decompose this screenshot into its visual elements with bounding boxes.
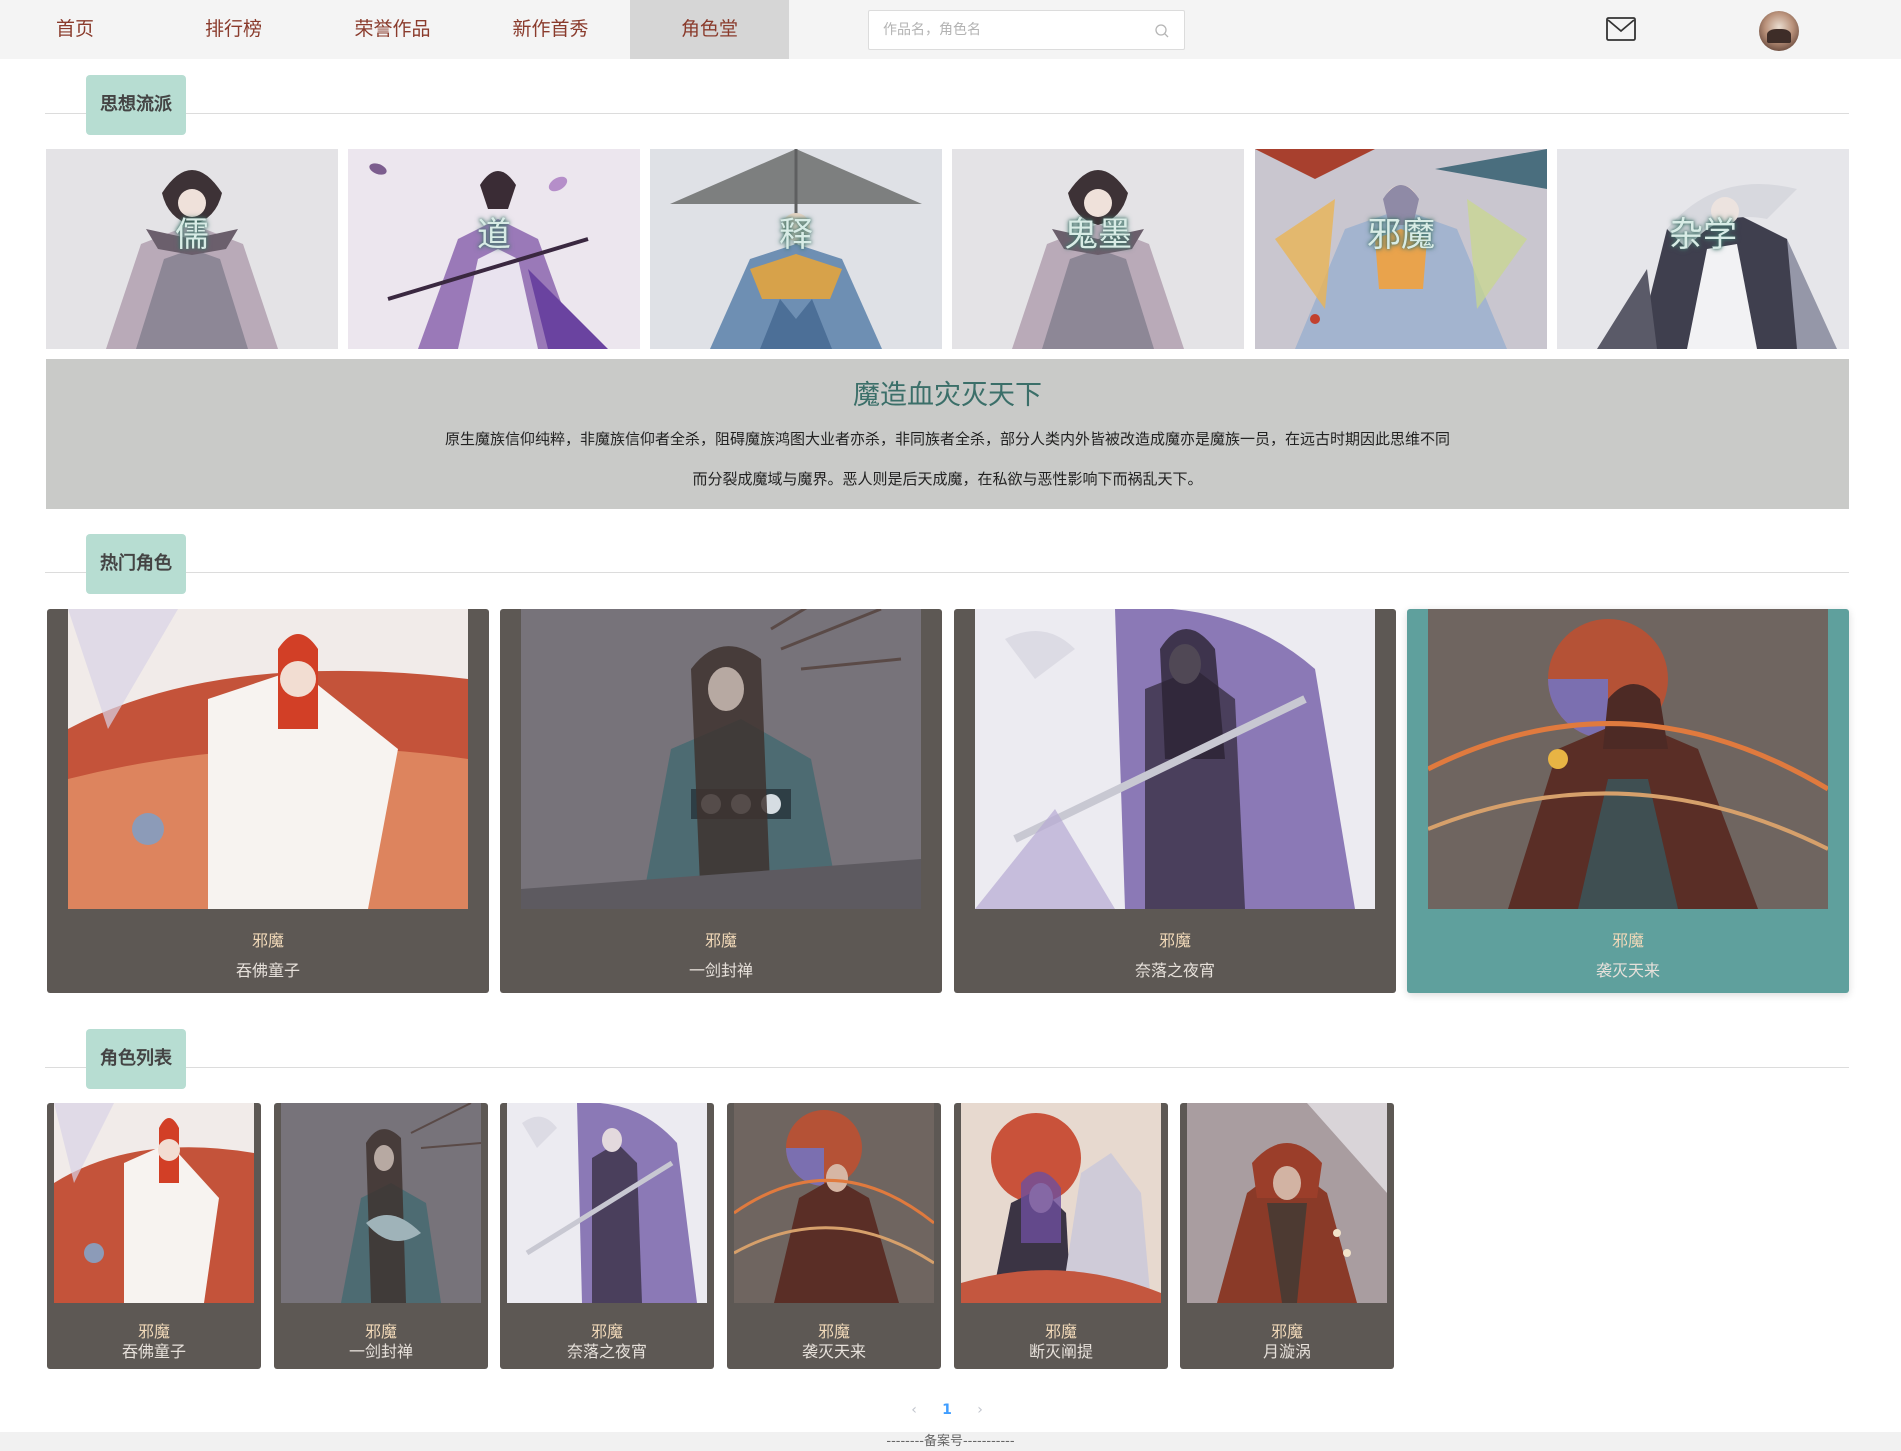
- divider: [45, 113, 1849, 114]
- role-portrait: [68, 609, 468, 909]
- nav-new-works[interactable]: 新作首秀: [498, 0, 603, 59]
- school-motto: 魔造血灾灭天下: [853, 380, 1042, 411]
- section-schools-header: 思想流派: [45, 75, 1849, 135]
- role-list-card[interactable]: 邪魔 一剑封禅: [274, 1103, 488, 1369]
- pagination-page-1[interactable]: 1: [937, 1400, 957, 1420]
- school-tile-xiemo[interactable]: 邪魔: [1255, 149, 1547, 349]
- school-tile-ru[interactable]: 儒: [46, 149, 338, 349]
- school-label: 鬼墨: [1064, 215, 1132, 255]
- search-box: [868, 10, 1185, 50]
- role-portrait: [521, 609, 921, 909]
- school-tile-zaxue[interactable]: 杂学: [1557, 149, 1849, 349]
- role-name: 一剑封禅: [348, 1342, 413, 1361]
- hot-role-card[interactable]: 邪魔 一剑封禅: [500, 609, 942, 993]
- hot-role-card-selected[interactable]: 邪魔 袭灭天来: [1407, 609, 1849, 993]
- section-title: 热门角色: [86, 534, 186, 594]
- nav-home[interactable]: 首页: [30, 0, 120, 59]
- footer-record-number: --------备案号-----------: [0, 1432, 1901, 1451]
- school-tile-dao[interactable]: 道: [348, 149, 640, 349]
- divider: [45, 1067, 1849, 1068]
- role-name: 月漩涡: [1262, 1342, 1311, 1361]
- search-input[interactable]: [883, 11, 1143, 49]
- school-description-panel: 魔造血灾灭天下 原生魔族信仰纯粹，非魔族信仰者全杀，阻碍魔族鸿图大业者亦杀，非同…: [46, 359, 1849, 509]
- role-name: 袭灭天来: [801, 1342, 866, 1361]
- section-title: 角色列表: [86, 1029, 186, 1089]
- role-list-card[interactable]: 邪魔 奈落之夜宵: [500, 1103, 714, 1369]
- section-title: 思想流派: [86, 75, 186, 135]
- role-school: 邪魔: [1158, 931, 1191, 950]
- role-list-card[interactable]: 邪魔 断灭阐提: [954, 1103, 1168, 1369]
- role-list-card[interactable]: 邪魔 袭灭天来: [727, 1103, 941, 1369]
- avatar[interactable]: [1759, 11, 1799, 51]
- pagination-prev-button[interactable]: ‹: [904, 1400, 924, 1420]
- school-label: 邪魔: [1367, 215, 1435, 255]
- school-tile-shi[interactable]: 释: [650, 149, 942, 349]
- section-hot-header: 热门角色: [45, 534, 1849, 594]
- role-portrait: [975, 609, 1375, 909]
- role-school: 邪魔: [251, 931, 284, 950]
- school-label: 杂学: [1669, 215, 1737, 255]
- nav-ranking[interactable]: 排行榜: [187, 0, 280, 59]
- hot-role-card[interactable]: 邪魔 奈落之夜宵: [954, 609, 1396, 993]
- hot-role-card[interactable]: 邪魔 吞佛童子: [47, 609, 489, 993]
- search-icon[interactable]: [1154, 23, 1170, 39]
- school-description-line-2: 而分裂成魔域与魔界。恶人则是后天成魔，在私欲与恶性影响下而祸乱天下。: [692, 470, 1203, 488]
- role-portrait: [961, 1103, 1161, 1303]
- pagination-next-button[interactable]: ›: [970, 1400, 990, 1420]
- role-school: 邪魔: [1611, 931, 1644, 950]
- school-description-line-1: 原生魔族信仰纯粹，非魔族信仰者全杀，阻碍魔族鸿图大业者亦杀，非同族者全杀，部分人…: [444, 430, 1450, 448]
- role-portrait: [54, 1103, 254, 1303]
- school-label: 释: [779, 215, 813, 255]
- school-label: 儒: [175, 215, 209, 255]
- role-portrait: [734, 1103, 934, 1303]
- role-list-card[interactable]: 邪魔 吞佛童子: [47, 1103, 261, 1369]
- role-name: 奈落之夜宵: [566, 1342, 647, 1361]
- role-name: 吞佛童子: [121, 1342, 186, 1361]
- top-nav-bar: 首页 排行榜 荣誉作品 新作首秀 角色堂: [0, 0, 1901, 59]
- school-tile-guimo[interactable]: 鬼墨: [952, 149, 1244, 349]
- role-portrait: [507, 1103, 707, 1303]
- role-portrait: [1428, 609, 1828, 909]
- nav-character-hall[interactable]: 角色堂: [630, 0, 789, 59]
- role-name: 一剑封禅: [688, 961, 753, 980]
- mail-icon[interactable]: [1606, 17, 1636, 41]
- role-school: 邪魔: [704, 931, 737, 950]
- role-name: 奈落之夜宵: [1134, 961, 1215, 980]
- role-portrait: [281, 1103, 481, 1303]
- role-name: 袭灭天来: [1595, 961, 1660, 980]
- school-label: 道: [477, 215, 511, 255]
- section-list-header: 角色列表: [45, 1029, 1849, 1089]
- role-name: 吞佛童子: [235, 961, 300, 980]
- nav-honor-works[interactable]: 荣誉作品: [340, 0, 445, 59]
- role-name: 断灭阐提: [1028, 1342, 1093, 1361]
- role-list-card[interactable]: 邪魔 月漩涡: [1180, 1103, 1394, 1369]
- divider: [45, 572, 1849, 573]
- role-portrait: [1187, 1103, 1387, 1303]
